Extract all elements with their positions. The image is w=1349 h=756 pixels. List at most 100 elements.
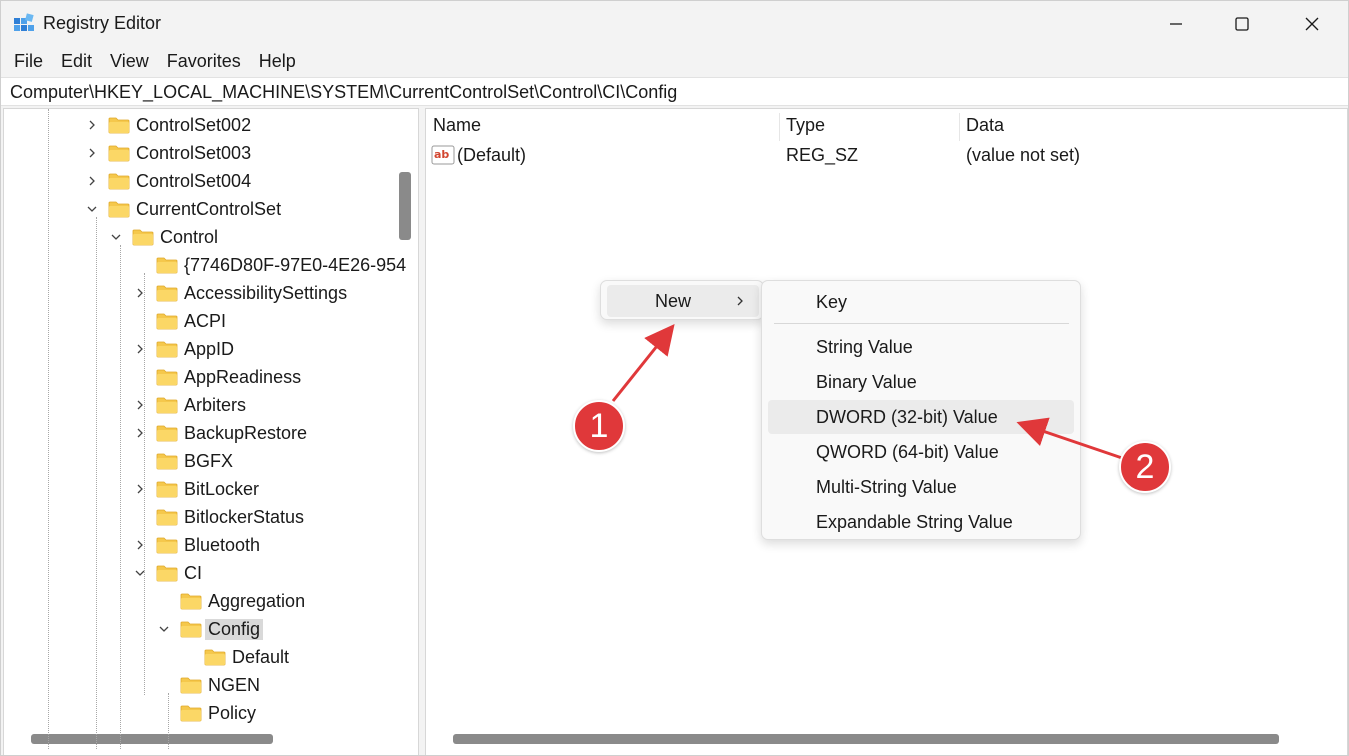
column-header-data[interactable]: Data <box>966 115 1004 136</box>
submenu-item-qword-value[interactable]: QWORD (64-bit) Value <box>768 435 1074 469</box>
chevron-right-icon[interactable] <box>132 397 148 413</box>
maximize-button[interactable] <box>1213 1 1271 47</box>
minimize-button[interactable] <box>1147 1 1205 47</box>
chevron-down-icon[interactable] <box>108 229 124 245</box>
tree-item[interactable]: CurrentControlSet <box>84 195 281 223</box>
submenu-item-string-value[interactable]: String Value <box>768 330 1074 364</box>
tree-item[interactable]: ControlSet003 <box>84 139 251 167</box>
submenu-item-dword-value[interactable]: DWORD (32-bit) Value <box>768 400 1074 434</box>
registry-editor-app-icon <box>14 13 34 31</box>
tree-item[interactable]: CI <box>132 559 202 587</box>
tree-item[interactable]: BackupRestore <box>132 419 307 447</box>
chevron-right-icon[interactable] <box>84 145 100 161</box>
chevron-down-icon[interactable] <box>84 201 100 217</box>
tree-item-label: BGFX <box>184 450 234 471</box>
submenu-item-binary-value[interactable]: Binary Value <box>768 365 1074 399</box>
tree-item-label: BitLocker <box>184 478 260 499</box>
chevron-right-icon[interactable] <box>84 117 100 133</box>
tree-item-label: CI <box>184 562 202 583</box>
tree-item-label: Bluetooth <box>184 534 261 555</box>
tree-item[interactable]: Control <box>108 223 218 251</box>
tree-item[interactable]: Config <box>156 615 264 643</box>
column-header-name[interactable]: Name <box>433 115 481 136</box>
menu-file[interactable]: File <box>5 47 52 75</box>
folder-icon <box>180 593 202 610</box>
menu-item-new-label: New <box>655 291 692 311</box>
context-menu: New <box>600 280 764 320</box>
tree-item[interactable]: AppID <box>132 335 234 363</box>
tree-item[interactable]: {7746D80F-97E0-4E26-954 <box>132 251 406 279</box>
new-submenu: Key String Value Binary Value DWORD (32-… <box>761 280 1081 540</box>
chevron-right-icon[interactable] <box>132 285 148 301</box>
address-bar[interactable]: Computer\HKEY_LOCAL_MACHINE\SYSTEM\Curre… <box>1 77 1348 106</box>
submenu-item-expandable-string-value[interactable]: Expandable String Value <box>768 505 1074 539</box>
folder-icon <box>108 117 130 134</box>
tree-item[interactable]: Bluetooth <box>132 531 260 559</box>
menu-edit[interactable]: Edit <box>52 47 101 75</box>
value-data-cell: (value not set) <box>966 145 1081 165</box>
chevron-right-icon[interactable] <box>132 425 148 441</box>
tree-horizontal-scrollbar[interactable] <box>31 734 273 744</box>
submenu-separator <box>774 323 1069 324</box>
tree-guide-line <box>144 273 145 695</box>
menu-favorites[interactable]: Favorites <box>158 47 250 75</box>
submenu-item-label: String Value <box>816 337 913 357</box>
column-divider[interactable] <box>959 113 960 141</box>
folder-icon <box>156 425 178 442</box>
folder-icon <box>156 537 178 554</box>
tree-item[interactable]: BitLocker <box>132 475 259 503</box>
folder-icon <box>156 313 178 330</box>
submenu-item-multi-string-value[interactable]: Multi-String Value <box>768 470 1074 504</box>
tree-item-label: CurrentControlSet <box>136 198 282 219</box>
tree-item[interactable]: BGFX <box>132 447 233 475</box>
title-bar[interactable]: Registry Editor <box>1 1 1348 47</box>
value-type-cell: REG_SZ <box>786 145 859 165</box>
close-button[interactable] <box>1283 1 1341 47</box>
tree-guide-line <box>48 109 49 749</box>
folder-icon <box>156 257 178 274</box>
tree-item-label: AccessibilitySettings <box>184 282 348 303</box>
tree-guide-line <box>120 245 121 749</box>
menu-view[interactable]: View <box>101 47 158 75</box>
folder-icon <box>156 453 178 470</box>
tree-item-label: Config <box>205 618 264 640</box>
folder-icon <box>156 369 178 386</box>
column-header-type[interactable]: Type <box>786 115 825 136</box>
list-horizontal-scrollbar[interactable] <box>453 734 1279 744</box>
submenu-item-label: DWORD (32-bit) Value <box>816 407 998 427</box>
tree-item[interactable]: ControlSet004 <box>84 167 251 195</box>
tree-item[interactable]: Default <box>180 643 289 671</box>
menu-item-new[interactable]: New <box>607 285 759 317</box>
close-icon <box>1305 17 1319 31</box>
tree-item[interactable]: Policy <box>156 699 256 727</box>
tree-guide-line <box>168 693 169 749</box>
tree-item[interactable]: Aggregation <box>156 587 305 615</box>
tree-item-label: ControlSet003 <box>136 142 252 163</box>
menu-help[interactable]: Help <box>250 47 305 75</box>
submenu-item-key[interactable]: Key <box>768 285 1074 319</box>
chevron-right-icon[interactable] <box>132 537 148 553</box>
folder-icon <box>204 649 226 666</box>
chevron-down-icon[interactable] <box>132 565 148 581</box>
tree-item-label: AppReadiness <box>184 366 302 387</box>
column-divider[interactable] <box>779 113 780 141</box>
tree-item[interactable]: BitlockerStatus <box>132 503 304 531</box>
tree-item[interactable]: ControlSet002 <box>84 111 251 139</box>
tree-item[interactable]: Arbiters <box>132 391 246 419</box>
chevron-down-icon[interactable] <box>156 621 172 637</box>
folder-icon <box>180 677 202 694</box>
tree-item[interactable]: AccessibilitySettings <box>132 279 347 307</box>
tree-item-label: BackupRestore <box>184 422 308 443</box>
chevron-right-icon[interactable] <box>84 173 100 189</box>
chevron-right-icon[interactable] <box>132 481 148 497</box>
tree-item[interactable]: NGEN <box>156 671 260 699</box>
tree-item[interactable]: AppReadiness <box>132 363 301 391</box>
folder-icon <box>156 397 178 414</box>
tree-item-label: {7746D80F-97E0-4E26-954 <box>184 254 407 275</box>
tree-vertical-scrollbar[interactable] <box>399 172 411 240</box>
chevron-right-icon[interactable] <box>132 341 148 357</box>
tree-item[interactable]: ACPI <box>132 307 226 335</box>
value-name-cell[interactable]: (Default) <box>457 145 526 166</box>
key-tree-pane[interactable]: ControlSet002 ControlSet003 ControlSet004 C… <box>3 108 419 755</box>
folder-icon <box>180 705 202 722</box>
